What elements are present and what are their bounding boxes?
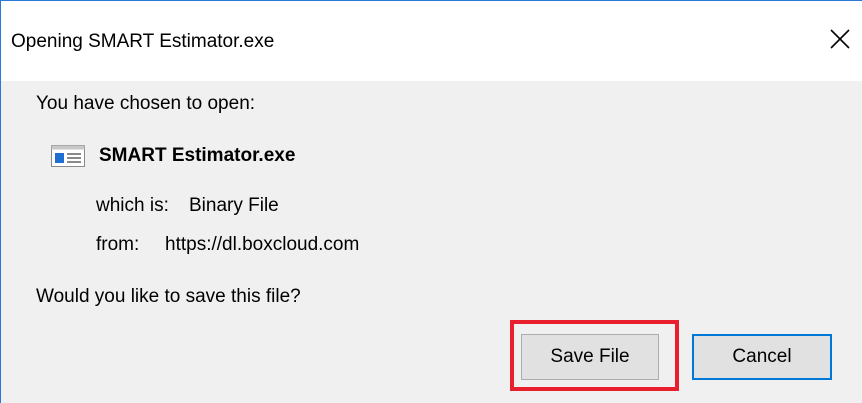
- close-button[interactable]: [824, 23, 856, 55]
- source-url-value: https://dl.boxcloud.com: [165, 234, 360, 255]
- file-row: SMART Estimator.exe: [51, 145, 295, 167]
- dialog-body: You have chosen to open: SMART Estimator…: [1, 81, 862, 403]
- title-bar: Opening SMART Estimator.exe: [1, 1, 862, 81]
- which-is-label: which is:: [96, 195, 169, 216]
- from-label: from:: [96, 234, 140, 255]
- executable-file-icon: [51, 145, 85, 167]
- close-icon: [830, 29, 850, 49]
- chosen-to-open-label: You have chosen to open:: [36, 93, 256, 114]
- file-type-value: Binary File: [189, 195, 279, 216]
- save-file-label: Save File: [550, 346, 630, 367]
- cancel-label: Cancel: [732, 346, 792, 367]
- opening-file-dialog: Opening SMART Estimator.exe You have cho…: [0, 0, 862, 403]
- save-question: Would you like to save this file?: [36, 286, 301, 307]
- save-file-button[interactable]: Save File: [521, 334, 659, 380]
- cancel-button[interactable]: Cancel: [692, 334, 832, 380]
- file-name: SMART Estimator.exe: [99, 145, 296, 166]
- window-title: Opening SMART Estimator.exe: [11, 31, 275, 52]
